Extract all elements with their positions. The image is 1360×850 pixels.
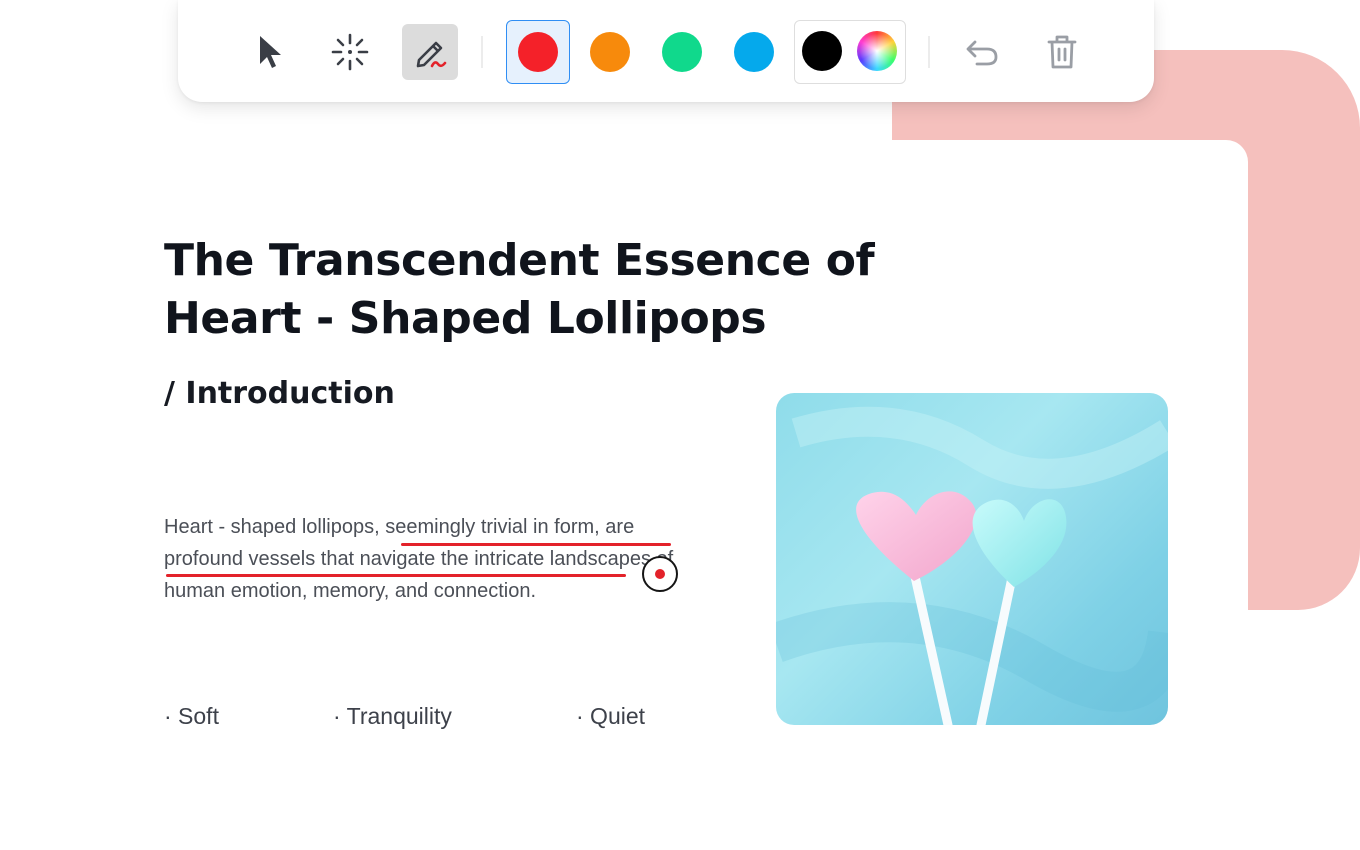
tag-quiet: · Quiet bbox=[576, 703, 646, 729]
pen-tool-button[interactable] bbox=[402, 24, 458, 80]
color-wheel-icon[interactable] bbox=[857, 31, 897, 71]
color-green-swatch bbox=[662, 32, 702, 72]
sparkle-burst-icon bbox=[331, 33, 369, 71]
undo-icon bbox=[966, 40, 998, 66]
heart-lollipops-photo bbox=[776, 393, 1168, 725]
pointer-tool-button[interactable] bbox=[242, 24, 298, 80]
toolbar-divider bbox=[928, 36, 930, 68]
undo-button[interactable] bbox=[954, 24, 1010, 80]
color-red-button[interactable] bbox=[506, 20, 570, 84]
color-orange-swatch bbox=[590, 32, 630, 72]
color-black-button[interactable] bbox=[802, 31, 842, 71]
color-green-button[interactable] bbox=[650, 20, 714, 84]
cursor-arrow-icon bbox=[260, 36, 281, 68]
color-red-swatch bbox=[518, 32, 558, 72]
color-blue-button[interactable] bbox=[722, 20, 786, 84]
color-blue-swatch bbox=[734, 32, 774, 72]
annotation-toolbar bbox=[178, 0, 1154, 102]
tag-tranquility: · Tranquility bbox=[333, 703, 452, 729]
pen-underline-stroke bbox=[166, 574, 626, 577]
trash-icon bbox=[1047, 35, 1077, 69]
clear-all-button[interactable] bbox=[1034, 24, 1090, 80]
record-dot bbox=[655, 569, 665, 579]
tag-soft: · Soft bbox=[164, 703, 219, 729]
body-paragraph: Heart - shaped lollipops, seemingly triv… bbox=[164, 516, 674, 602]
pen-underline-stroke bbox=[401, 543, 671, 546]
custom-color-group bbox=[794, 20, 906, 84]
lollipops-illustration bbox=[776, 406, 1168, 725]
toolbar-divider bbox=[481, 36, 483, 68]
color-orange-button[interactable] bbox=[578, 20, 642, 84]
laser-tool-button[interactable] bbox=[322, 24, 378, 80]
pencil-scribble-icon bbox=[416, 41, 447, 68]
record-marker-icon[interactable] bbox=[642, 556, 678, 592]
section-heading: / Introduction bbox=[164, 376, 395, 411]
slide-title: The Transcendent Essence of Heart - Shap… bbox=[164, 235, 875, 344]
